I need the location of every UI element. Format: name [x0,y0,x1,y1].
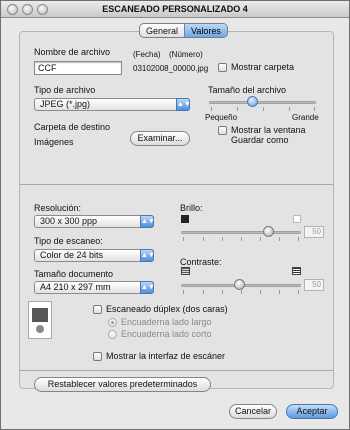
brightness-dark-icon [181,215,189,223]
bind-long-edge-radio[interactable] [108,318,117,327]
generated-file-name: 03102008_00000.jpg [133,64,209,73]
show-scanner-ui-label: Mostrar la interfaz de escáner [106,351,226,361]
bind-short-edge-label: Encuaderna lado corto [121,329,212,339]
brightness-track[interactable] [181,231,301,234]
chevron-updown-icon: ▲▼ [140,215,155,228]
accept-button[interactable]: Aceptar [286,404,338,419]
scan-settings-window: ESCANEADO PERSONALIZADO 4 General Valore… [0,0,350,430]
contrast-label: Contraste: [180,257,222,267]
file-type-label: Tipo de archivo [34,85,96,95]
file-name-input[interactable]: CCF [34,61,122,75]
brightness-light-icon [293,215,301,223]
number-label: (Número) [169,50,203,59]
brightness-slider-thumb[interactable] [263,226,274,237]
contrast-low-icon [181,267,190,275]
file-name-label: Nombre de archivo [34,47,111,57]
browse-button[interactable]: Examinar... [130,131,190,146]
chevron-updown-icon: ▲▼ [140,249,155,262]
contrast-value[interactable]: 50 [304,279,324,291]
tab-general[interactable]: General [140,24,184,37]
date-label: (Fecha) [133,50,161,59]
resolution-label: Resolución: [34,203,82,213]
file-size-label: Tamaño del archivo [208,85,287,95]
cancel-button[interactable]: Cancelar [229,404,277,419]
contrast-slider-thumb[interactable] [234,279,245,290]
bind-short-edge-radio[interactable] [108,330,117,339]
file-type-value: JPEG (*.jpg) [40,99,91,109]
document-size-label: Tamaño documento [34,269,114,279]
file-size-slider-thumb[interactable] [246,96,258,107]
file-size-max-label: Grande [292,113,319,122]
show-save-window-label-2: Guardar como [231,135,289,145]
tab-bar: General Valores [139,23,228,38]
brightness-value[interactable]: 50 [304,226,324,238]
file-size-min-label: Pequeño [205,113,238,122]
title-bar: ESCANEADO PERSONALIZADO 4 [1,1,349,18]
document-size-value: A4 210 x 297 mm [40,282,111,292]
show-save-window-label-1: Mostrar la ventana [231,125,306,135]
resolution-select[interactable]: 300 x 300 ppp ▲▼ [34,215,155,228]
section-divider [20,370,333,371]
reset-defaults-button[interactable]: Restablecer valores predeterminados [34,377,211,392]
destination-folder-value: Imágenes [34,137,74,147]
chevron-updown-icon: ▲▼ [140,281,155,294]
window-title: ESCANEADO PERSONALIZADO 4 [102,4,248,14]
tab-valores[interactable]: Valores [184,24,227,37]
show-save-window-checkbox[interactable] [218,126,227,135]
scan-type-select[interactable]: Color de 24 bits ▲▼ [34,249,155,262]
file-size-track[interactable] [209,101,316,104]
contrast-high-icon [292,267,301,275]
section-divider [20,184,333,185]
show-folder-label: Mostrar carpeta [231,62,295,72]
scan-type-label: Tipo de escaneo: [34,236,103,246]
chevron-updown-icon: ▲▼ [176,98,191,111]
duplex-checkbox[interactable] [93,305,102,314]
duplex-label: Escaneado dúplex (dos caras) [106,304,228,314]
bind-long-edge-label: Encuaderna lado largo [121,317,212,327]
file-type-select[interactable]: JPEG (*.jpg) ▲▼ [34,98,191,111]
show-scanner-ui-checkbox[interactable] [93,352,102,361]
scan-type-value: Color de 24 bits [40,250,104,260]
document-preview-icon [28,301,52,339]
destination-folder-label: Carpeta de destino [34,122,111,132]
document-size-select[interactable]: A4 210 x 297 mm ▲▼ [34,281,155,294]
brightness-label: Brillo: [180,203,203,213]
show-folder-checkbox[interactable] [218,63,227,72]
resolution-value: 300 x 300 ppp [40,216,98,226]
